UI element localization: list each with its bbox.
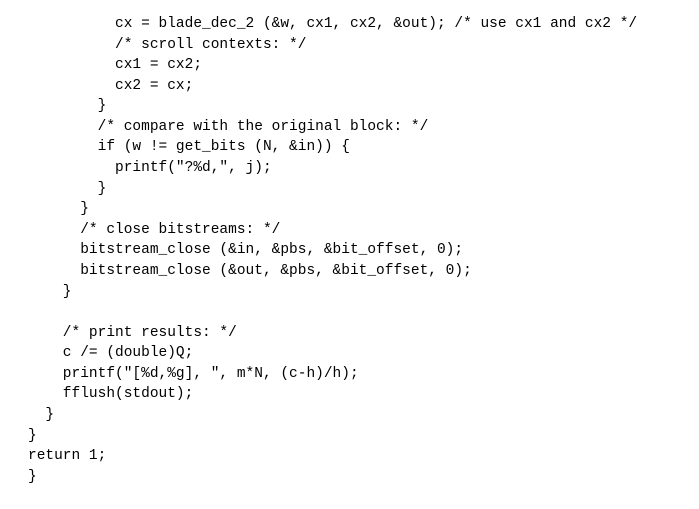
code-content: cx = blade_dec_2 (&w, cx1, cx2, &out); /…: [28, 16, 637, 464]
code-block: cx = blade_dec_2 (&w, cx1, cx2, &out); /…: [0, 0, 699, 487]
closing-brace: }: [28, 469, 37, 485]
